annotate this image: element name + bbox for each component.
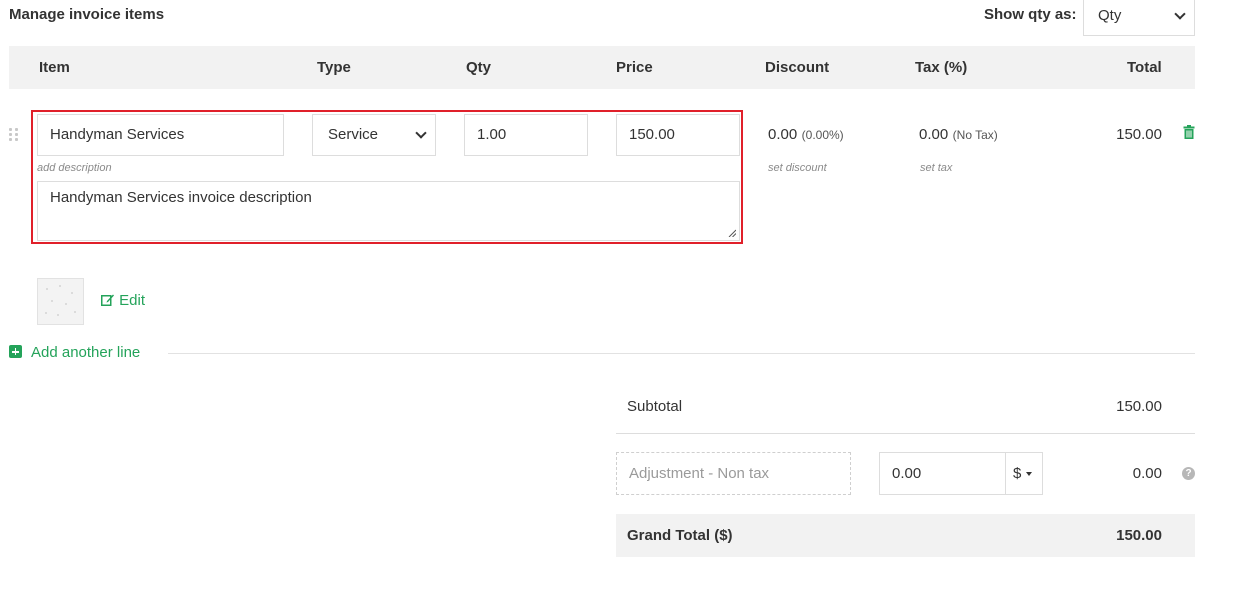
drag-handle-icon[interactable] xyxy=(9,128,21,141)
adjustment-amount-input[interactable]: 0.00 xyxy=(879,452,1006,495)
subtotal-label: Subtotal xyxy=(627,398,683,415)
column-header-discount: Discount xyxy=(765,59,830,76)
question-circle-icon[interactable]: ? xyxy=(1182,467,1195,480)
adjustment-label-input[interactable]: Adjustment - Non tax xyxy=(616,452,851,495)
grand-total-label: Grand Total ($) xyxy=(627,527,733,544)
column-header-item: Item xyxy=(39,59,70,76)
subtotal-value: 150.00 xyxy=(1116,398,1162,415)
discount-percent: (0.00%) xyxy=(801,128,844,142)
show-qty-label: Show qty as: xyxy=(984,6,1077,23)
show-qty-select-value: Qty xyxy=(1098,7,1122,24)
grand-total-value: 150.00 xyxy=(1116,527,1162,544)
add-description-label[interactable]: add description xyxy=(37,162,112,174)
edit-label: Edit xyxy=(119,292,146,309)
item-type-value: Service xyxy=(328,126,379,143)
plus-square-icon xyxy=(9,345,22,358)
add-line-label: Add another line xyxy=(31,344,141,361)
column-header-qty: Qty xyxy=(466,59,492,76)
set-discount-link[interactable]: set discount xyxy=(768,162,827,174)
qty-input[interactable]: 1.00 xyxy=(464,114,588,156)
adjustment-unit-dropdown[interactable]: $ xyxy=(1005,452,1043,495)
item-image-thumbnail[interactable] xyxy=(37,278,84,325)
column-header-price: Price xyxy=(616,59,653,76)
item-name-input[interactable]: Handyman Services xyxy=(37,114,284,156)
tax-value: 0.00 xyxy=(919,126,949,143)
resize-handle-icon[interactable] xyxy=(728,229,736,237)
edit-image-link[interactable]: Edit xyxy=(101,292,145,309)
description-text: Handyman Services invoice description xyxy=(50,189,312,206)
description-textarea[interactable]: Handyman Services invoice description xyxy=(37,181,740,241)
adjustment-total: 0.00 xyxy=(1132,465,1162,482)
column-header-total: Total xyxy=(1127,59,1162,76)
caret-down-icon xyxy=(1026,472,1033,477)
line-total: 150.00 xyxy=(1116,126,1162,143)
price-input[interactable]: 150.00 xyxy=(616,114,740,156)
item-type-select[interactable]: Service xyxy=(312,114,436,156)
chevron-down-icon xyxy=(415,127,427,139)
column-header-type: Type xyxy=(317,59,351,76)
divider xyxy=(168,353,1195,354)
chevron-down-icon xyxy=(1174,8,1186,20)
items-table-header xyxy=(9,46,1195,89)
placeholder-image-icon xyxy=(45,285,76,316)
adjustment-unit-value: $ xyxy=(1013,465,1022,482)
show-qty-select[interactable]: Qty xyxy=(1083,0,1195,36)
divider xyxy=(616,433,1195,434)
discount-display[interactable]: 0.00 (0.00%) xyxy=(768,126,844,144)
tax-name: (No Tax) xyxy=(952,128,998,142)
page-title: Manage invoice items xyxy=(9,6,165,23)
add-another-line-button[interactable]: Add another line xyxy=(9,344,140,361)
discount-value: 0.00 xyxy=(768,126,798,143)
set-tax-link[interactable]: set tax xyxy=(920,162,952,174)
trash-icon[interactable] xyxy=(1183,125,1195,139)
column-header-tax: Tax (%) xyxy=(915,59,968,76)
tax-display[interactable]: 0.00 (No Tax) xyxy=(919,126,998,144)
edit-icon xyxy=(101,294,114,306)
